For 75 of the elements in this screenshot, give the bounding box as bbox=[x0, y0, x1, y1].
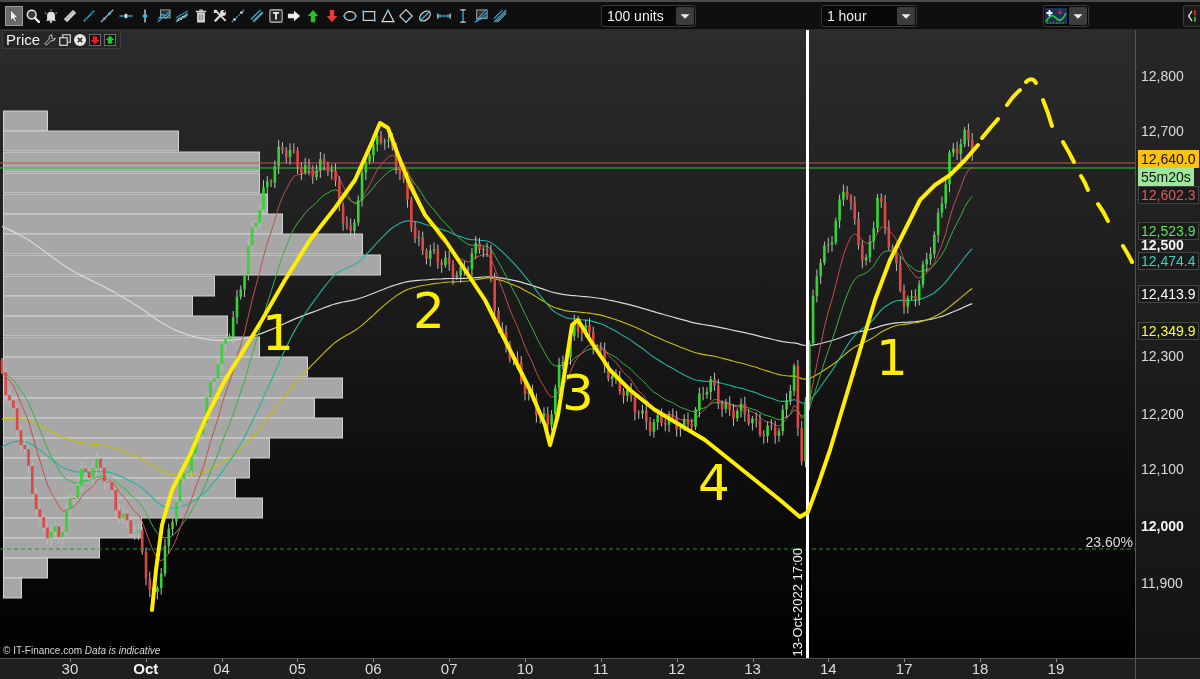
time-axis-label: 11 bbox=[593, 659, 609, 679]
price-marker-label: 12,640.0 bbox=[1138, 150, 1199, 168]
close-icon[interactable] bbox=[74, 33, 87, 46]
caret-icon bbox=[896, 6, 915, 25]
arrow-down-box-icon[interactable] bbox=[89, 33, 102, 46]
caret-icon bbox=[1068, 6, 1087, 25]
price-axis-label: 12,700 bbox=[1141, 123, 1184, 139]
diamond-icon bbox=[399, 8, 414, 23]
units-dropdown[interactable]: 100 units bbox=[600, 4, 696, 27]
wave-number: 4 bbox=[698, 454, 730, 512]
time-axis-label: 17 bbox=[895, 659, 913, 679]
price-axis-label: 12,200 bbox=[1141, 406, 1184, 422]
price-marker-label: 55m20s bbox=[1138, 168, 1194, 186]
chart-indicator-icon bbox=[1044, 7, 1067, 24]
price-axis-label: 12,500 bbox=[1141, 237, 1184, 253]
fan-box-icon bbox=[474, 8, 489, 23]
wrench-icon[interactable] bbox=[44, 33, 57, 46]
price-axis-label: 12,800 bbox=[1141, 68, 1184, 84]
wave-number: 1 bbox=[876, 329, 908, 387]
price-axis-label: 12,000 bbox=[1141, 518, 1184, 534]
attribution-text: © IT-Finance.com Data is indicative bbox=[3, 645, 161, 657]
tools-icon bbox=[212, 8, 227, 23]
ellipse-icon bbox=[343, 8, 358, 23]
price-marker-label: 12,602.3 bbox=[1138, 186, 1199, 204]
price-axis-label: 11,900 bbox=[1141, 575, 1183, 591]
time-axis-label: 18 bbox=[971, 659, 989, 679]
price-marker-label: 12,413.9 bbox=[1138, 285, 1199, 303]
price-axis-label: 12,300 bbox=[1141, 348, 1184, 364]
cursor-arrow-icon bbox=[7, 8, 21, 23]
triangle-icon bbox=[380, 8, 395, 23]
magnifier-icon bbox=[25, 8, 40, 23]
time-axis-label: 12 bbox=[668, 659, 685, 679]
price-axis-label: 12,100 bbox=[1141, 461, 1184, 477]
arrow-right-icon bbox=[287, 8, 302, 23]
timeframe-dropdown[interactable]: 1 hour bbox=[820, 4, 917, 27]
drawing-tool-button[interactable] bbox=[5, 5, 23, 26]
arrow-down-icon bbox=[324, 8, 339, 23]
time-axis-label: 13 bbox=[744, 659, 761, 679]
parallel-lines-icon bbox=[249, 8, 264, 23]
time-axis-label: 19 bbox=[1047, 659, 1065, 679]
panel-title: Price bbox=[6, 31, 41, 48]
rectangle-icon bbox=[362, 8, 377, 23]
time-axis-label: 07 bbox=[440, 659, 458, 679]
time-axis-label: 04 bbox=[213, 659, 230, 679]
line-segment-icon bbox=[81, 8, 96, 23]
diagonal-lines-icon bbox=[492, 8, 507, 23]
bell-icon bbox=[44, 8, 59, 23]
ruler-icon bbox=[63, 8, 78, 23]
fibonacci-level-label: 23.60% bbox=[1085, 534, 1133, 550]
price-marker-label: 12,523.9 bbox=[1138, 222, 1199, 240]
restore-window-icon[interactable] bbox=[59, 33, 72, 46]
time-axis-label: 30 bbox=[61, 659, 79, 679]
panel-toggle-button[interactable] bbox=[1183, 4, 1200, 27]
channel-box-icon bbox=[156, 8, 171, 23]
time-axis-label: 06 bbox=[364, 659, 382, 679]
time-axis-label: 14 bbox=[820, 659, 837, 679]
time-axis-label: Oct bbox=[133, 659, 159, 679]
zigzag-lines-icon bbox=[175, 8, 190, 23]
wave-number: 2 bbox=[413, 282, 445, 340]
time-axis-label: 05 bbox=[289, 659, 306, 679]
time-marker-label: 13-Oct-2022 17:00 bbox=[791, 547, 805, 656]
dotted-line-icon bbox=[231, 8, 246, 23]
arrow-up-icon bbox=[306, 8, 320, 23]
indicators-button[interactable] bbox=[1042, 4, 1089, 27]
trend-line-icon bbox=[100, 8, 115, 23]
caret-icon bbox=[675, 6, 694, 25]
wave-number: 3 bbox=[562, 364, 594, 422]
time-axis-label: 10 bbox=[516, 659, 534, 679]
arrow-up-box-icon[interactable] bbox=[104, 33, 117, 46]
chevron-left-icon bbox=[1187, 7, 1197, 24]
crossed-ellipse-icon bbox=[418, 8, 433, 23]
text-box-icon bbox=[268, 8, 283, 23]
price-marker-label: 12,349.9 bbox=[1138, 322, 1199, 340]
price-marker-label: 12,474.4 bbox=[1138, 252, 1199, 270]
trash-icon bbox=[193, 8, 208, 23]
